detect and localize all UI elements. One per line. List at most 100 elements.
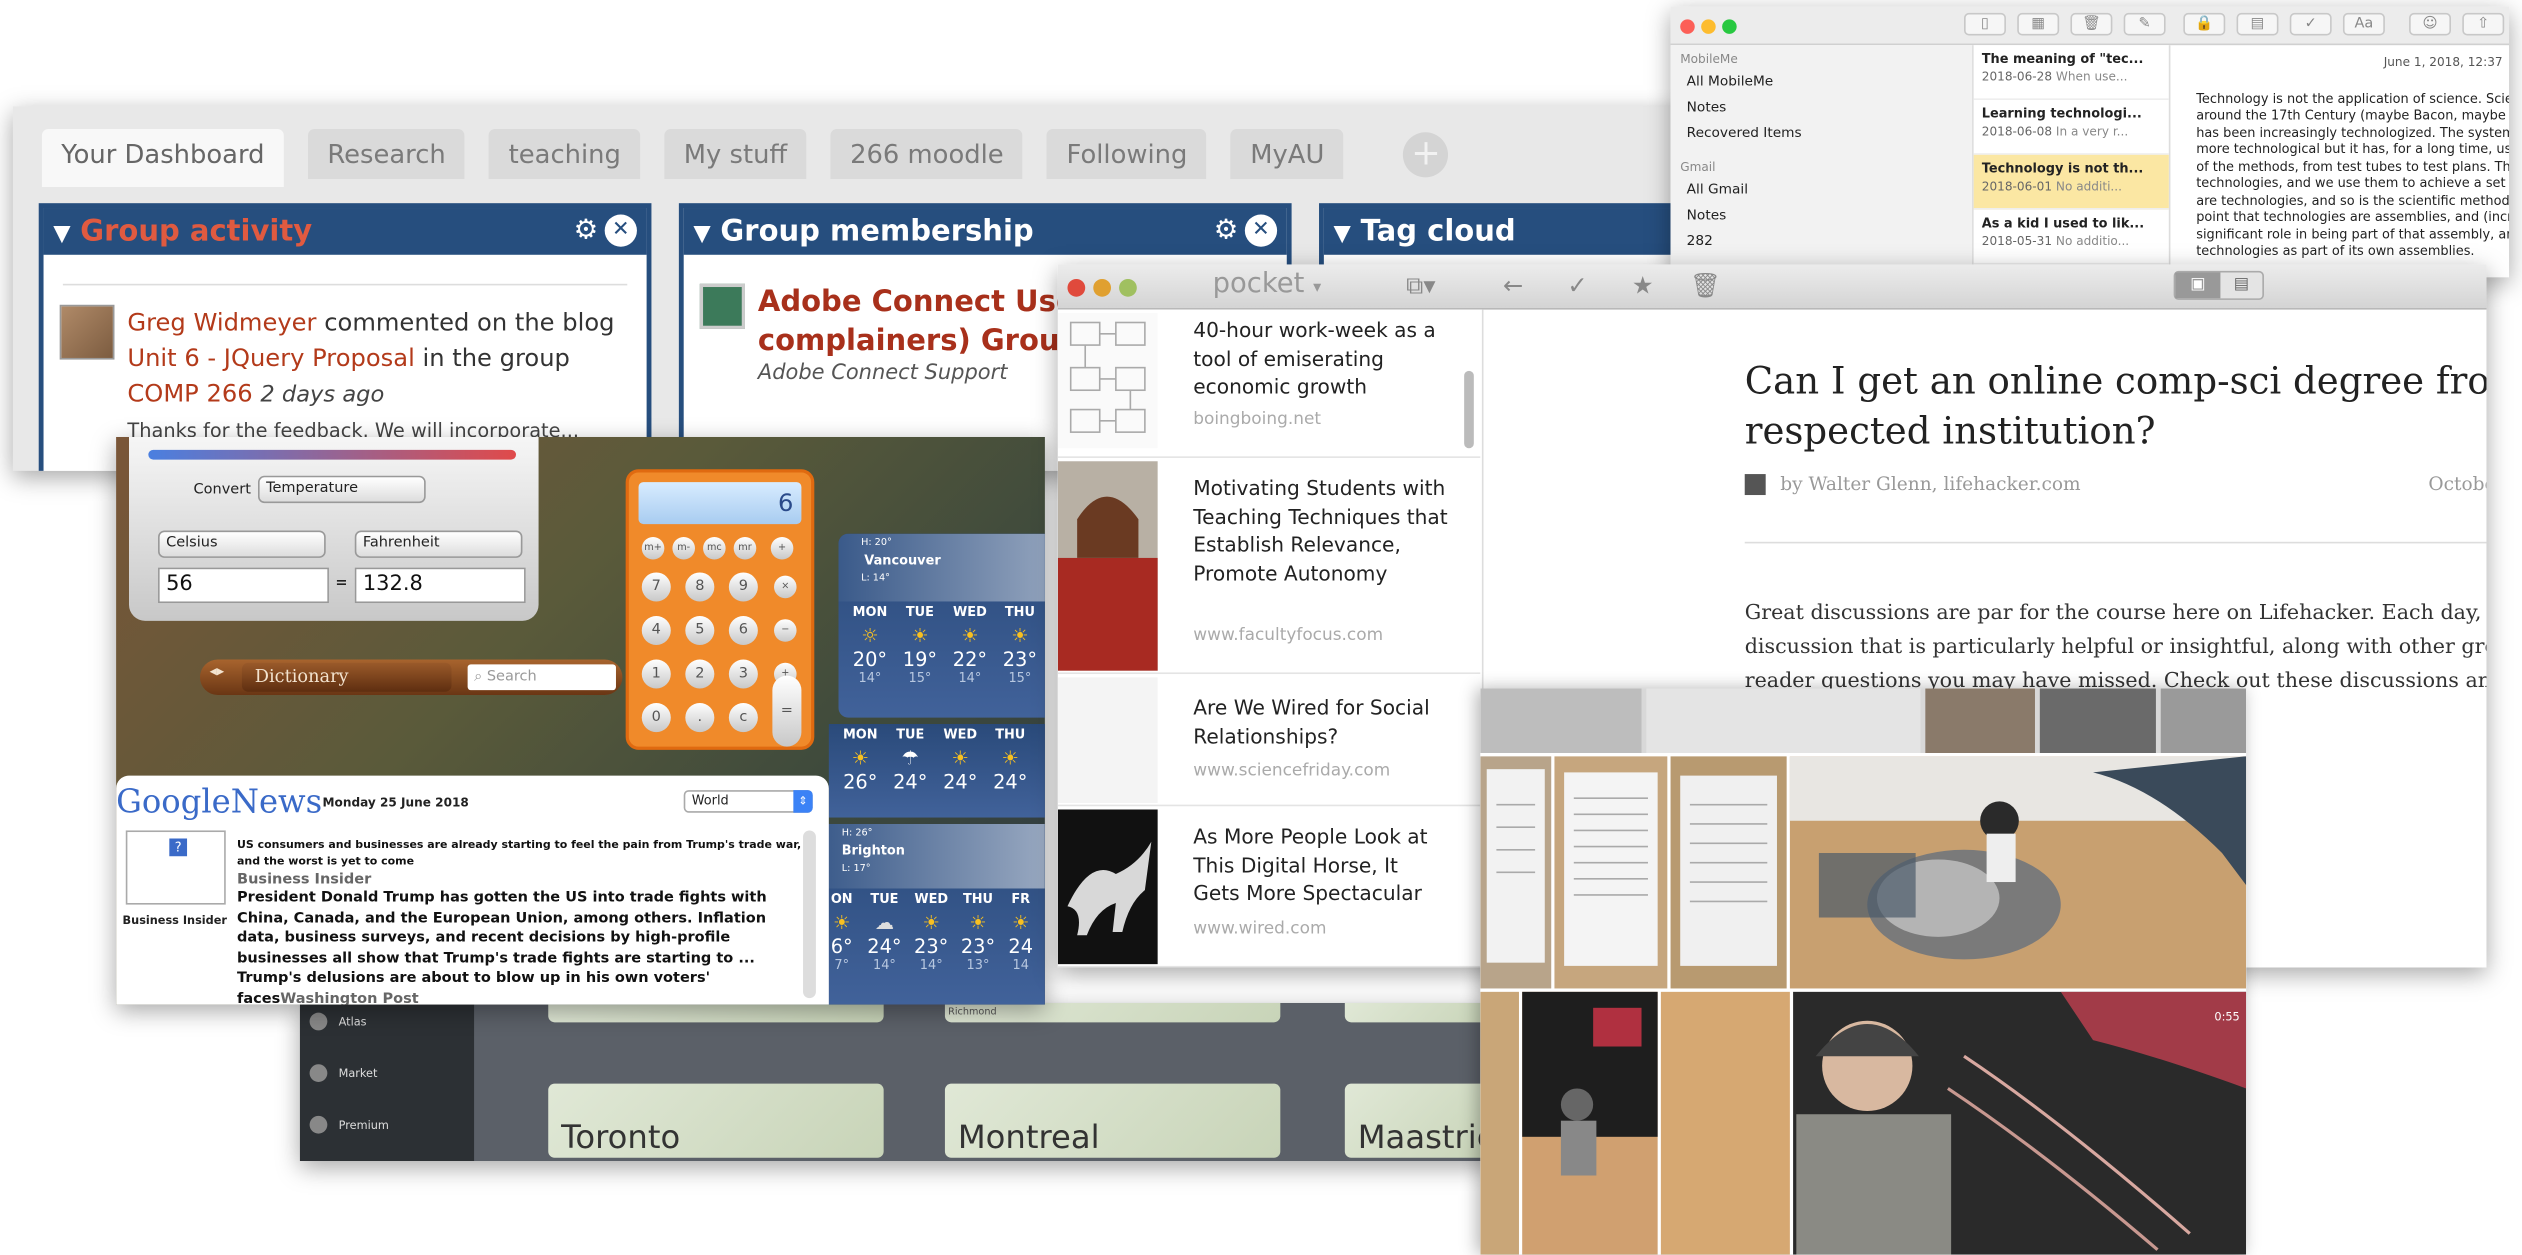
folder-recovered-items[interactable]: Recovered Items — [1671, 121, 1973, 147]
tab-your-dashboard[interactable]: Your Dashboard — [41, 129, 284, 188]
group-icon[interactable] — [699, 283, 745, 329]
close-window-button[interactable] — [1067, 278, 1086, 297]
folder-notes[interactable]: Notes — [1671, 95, 1973, 121]
key-8[interactable]: 8 — [685, 572, 715, 602]
folder-all-gmail[interactable]: All Gmail — [1671, 177, 1973, 203]
sidebar-item-atlas[interactable]: Atlas — [339, 1016, 367, 1029]
sidebar-item-premium[interactable]: Premium — [339, 1119, 389, 1132]
key-m-plus[interactable]: m+ — [641, 536, 665, 560]
trash-icon[interactable]: 🗑 — [2070, 12, 2113, 36]
key-mr[interactable]: mr — [733, 536, 757, 560]
collapse-triangle-icon[interactable]: ▼ — [693, 221, 710, 247]
weather-widget-vancouver[interactable]: H: 20° Vancouver L: 14° MON TUE WED THU ☼ ☀ ☀… — [838, 533, 1045, 718]
close-icon[interactable]: ✕ — [1244, 214, 1278, 247]
tab-teaching[interactable]: teaching — [489, 129, 641, 179]
news-region-select[interactable]: World ⇕ — [683, 790, 813, 813]
pocket-logo[interactable]: pocket ▾ — [1213, 268, 1322, 300]
zoom-window-button[interactable] — [1722, 19, 1737, 34]
view-mode-toggle[interactable]: ▣ ▤ — [2173, 270, 2264, 300]
map-card-top[interactable]: Richmond — [944, 1002, 1281, 1023]
map-card-top[interactable] — [548, 1002, 884, 1023]
zoom-window-button[interactable] — [1119, 278, 1137, 297]
collapse-triangle-icon[interactable]: ▼ — [53, 221, 70, 247]
map-card-maastricht[interactable]: Maastric — [1344, 1083, 1494, 1158]
minimize-window-button[interactable] — [1093, 278, 1112, 297]
article-byline[interactable]: by Walter Glenn, lifehacker.com — [1780, 472, 2080, 495]
font-icon[interactable]: Aa — [2342, 12, 2385, 36]
scrollbar[interactable] — [803, 830, 816, 999]
photo-strip-top[interactable] — [1480, 688, 2247, 754]
from-unit-select[interactable]: Celsius — [158, 530, 326, 558]
key-0[interactable]: 0 — [641, 703, 671, 733]
photo-row-documents[interactable] — [1480, 756, 2247, 989]
collapse-triangle-icon[interactable]: ▼ — [1334, 221, 1351, 247]
minimize-window-button[interactable] — [1701, 19, 1716, 34]
gear-icon[interactable]: ⚙ — [574, 214, 599, 248]
tab-266-moodle[interactable]: 266 moodle — [830, 129, 1024, 179]
key-multiply[interactable]: × — [774, 575, 797, 599]
news-next-headline[interactable]: Trump's delusions are about to blow up i… — [237, 969, 801, 989]
list-item-selected[interactable]: Technology is not th... 2018-06-01 No ad… — [1973, 154, 2169, 210]
arrows-icon[interactable]: ◂▸ — [210, 664, 225, 680]
news-thumbnail[interactable]: ? — [125, 830, 226, 905]
share-icon[interactable]: ⇧ — [2462, 12, 2505, 36]
back-arrow-icon[interactable]: ← — [1503, 271, 1523, 300]
map-card-toronto[interactable]: Toronto — [548, 1083, 884, 1158]
sidebar-toggle-icon[interactable]: ▯ — [1964, 12, 2006, 36]
list-item[interactable]: 40-hour work-week as a tool of emiserati… — [1057, 310, 1481, 458]
close-icon[interactable]: ✕ — [604, 214, 637, 247]
weather-widget-brighton[interactable]: H: 26° Brighton L: 17° ON TUE WED THU FR ☀ ☁ ☀… — [819, 823, 1045, 1005]
convert-type-select[interactable]: Temperature — [258, 475, 426, 504]
premium-icon[interactable] — [309, 1115, 328, 1134]
checklist-icon[interactable]: ✓ — [2289, 12, 2332, 36]
gear-icon[interactable]: ⚙ — [1214, 214, 1239, 248]
key-m-minus[interactable]: m- — [672, 536, 695, 560]
key-2[interactable]: 2 — [685, 659, 715, 689]
tab-my-stuff[interactable]: My stuff — [664, 129, 807, 179]
to-value-input[interactable]: 132.8 — [354, 567, 526, 604]
from-value-input[interactable]: 56 — [158, 567, 329, 604]
group-link[interactable]: COMP 266 — [127, 379, 252, 408]
close-window-button[interactable] — [1680, 19, 1695, 34]
list-item[interactable]: The meaning of "tec... 2018-06-28 When u… — [1973, 45, 2169, 100]
dictionary-source-select[interactable]: Dictionary — [241, 662, 452, 692]
avatar[interactable] — [59, 304, 115, 360]
list-item[interactable]: Are We Wired for Social Relationships? w… — [1057, 674, 1481, 807]
table-icon[interactable]: ▤ — [2236, 12, 2279, 36]
grid-view-icon[interactable]: ▦ — [2017, 12, 2060, 36]
web-view-icon[interactable]: ▤ — [2220, 273, 2262, 299]
list-item[interactable]: As a kid I used to lik... 2018-05-31 No … — [1973, 210, 2169, 265]
tab-research[interactable]: Research — [308, 129, 466, 179]
map-card-montreal[interactable]: Montreal — [944, 1083, 1281, 1158]
key-7[interactable]: 7 — [641, 572, 671, 602]
key-equals[interactable]: = — [772, 675, 802, 747]
key-5[interactable]: 5 — [685, 615, 715, 645]
photo-row-children[interactable] — [1480, 991, 2247, 1255]
key-6[interactable]: 6 — [728, 615, 758, 645]
tab-following[interactable]: Following — [1047, 129, 1207, 179]
lock-icon[interactable]: 🔒 — [2183, 12, 2226, 36]
key-minus[interactable]: − — [774, 619, 797, 642]
user-link[interactable]: Greg Widmeyer — [127, 308, 316, 337]
market-icon[interactable] — [309, 1064, 328, 1082]
share-people-icon[interactable]: ☺ — [2409, 12, 2451, 36]
add-tab-button[interactable]: + — [1403, 132, 1449, 178]
map-card-top[interactable] — [1344, 1002, 1494, 1023]
atlas-icon[interactable] — [309, 1012, 328, 1031]
scrollbar[interactable] — [1464, 370, 1474, 449]
news-summary[interactable]: US consumers and businesses are already … — [237, 837, 801, 869]
key-mc[interactable]: mc — [703, 536, 726, 560]
to-unit-select[interactable]: Fahrenheit — [354, 530, 523, 558]
key-4[interactable]: 4 — [641, 615, 671, 645]
list-item[interactable]: As More People Look at This Digital Hors… — [1057, 806, 1481, 968]
compose-icon[interactable]: ✎ — [2123, 12, 2166, 36]
list-item[interactable]: Learning technologi... 2018-06-08 In a v… — [1973, 100, 2169, 155]
weather-widget-2[interactable]: MON TUE WED THU ☀ ☂ ☀ ☀ 26° 24° 24° 24° — [828, 724, 1045, 818]
folder-282[interactable]: 282 — [1671, 229, 1973, 255]
key-clear[interactable]: c — [728, 703, 758, 733]
post-link[interactable]: Unit 6 - JQuery Proposal — [127, 343, 414, 372]
key-9[interactable]: 9 — [728, 572, 758, 602]
folder-all-mobileme[interactable]: All MobileMe — [1671, 69, 1973, 95]
key-1[interactable]: 1 — [641, 659, 671, 689]
list-item[interactable]: Motivating Students with Teaching Techni… — [1057, 458, 1481, 675]
